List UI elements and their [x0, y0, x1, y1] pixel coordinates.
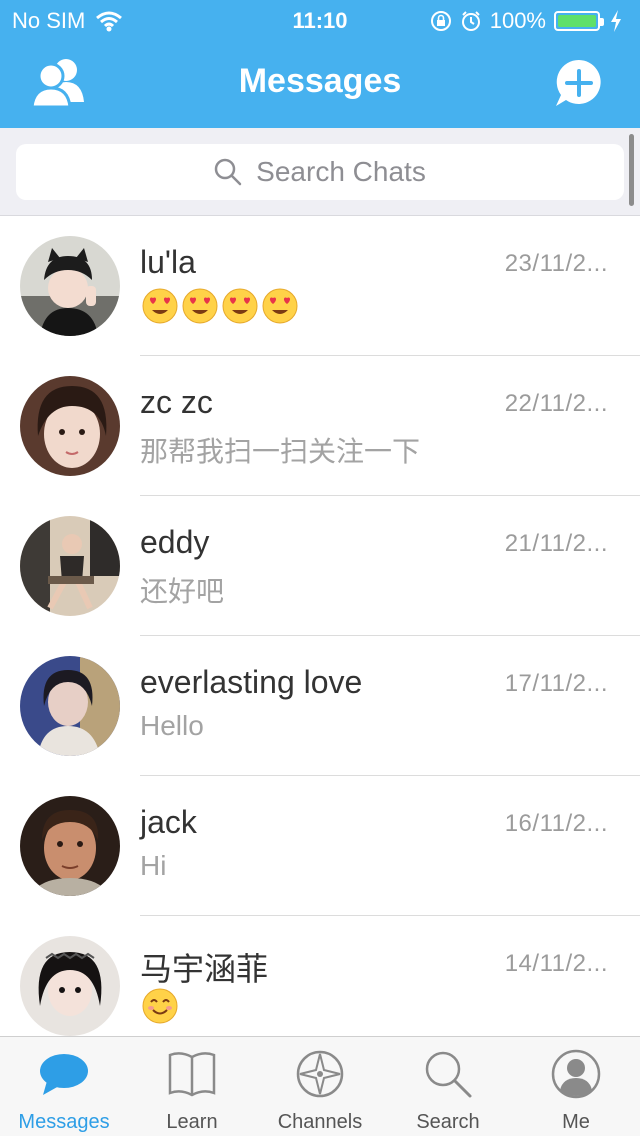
chat-message — [142, 988, 182, 1024]
tab-me[interactable]: Me — [512, 1037, 640, 1136]
tab-search[interactable]: Search — [384, 1037, 512, 1136]
tab-messages[interactable]: Messages — [0, 1037, 128, 1136]
search-input[interactable]: Search Chats — [16, 144, 624, 200]
tab-learn[interactable]: Learn — [128, 1037, 256, 1136]
chat-date: 14/11/2... — [504, 950, 608, 977]
tab-channels[interactable]: Channels — [256, 1037, 384, 1136]
tab-label: Search — [416, 1111, 480, 1133]
battery-percent: 100% — [489, 8, 546, 33]
heart-eyes-emoji-icon — [262, 288, 298, 324]
avatar[interactable] — [20, 796, 120, 896]
chat-row[interactable]: everlasting love 17/11/2... Hello — [0, 636, 640, 776]
search-icon — [214, 158, 242, 186]
chat-message: 还好吧 — [140, 576, 225, 607]
compose-plus-icon[interactable] — [554, 58, 604, 108]
smile-emoji-icon — [142, 988, 178, 1024]
chat-name: zc zc — [140, 384, 213, 420]
battery-icon — [554, 11, 604, 31]
chat-row[interactable]: eddy 21/11/2... 还好吧 — [0, 496, 640, 636]
chat-date: 17/11/2... — [504, 670, 608, 697]
chat-date: 23/11/2... — [504, 250, 608, 277]
chat-message: Hi — [140, 850, 167, 881]
header: No SIM 11:10 100% Messages — [0, 0, 640, 128]
tab-label: Learn — [166, 1111, 218, 1133]
avatar[interactable] — [20, 656, 120, 756]
chat-list: lu'la 23/11/2... zc zc 22/11/2... 那帮我扫一扫… — [0, 216, 640, 1036]
chat-row[interactable]: 马宇涵菲 14/11/2... — [0, 916, 640, 1036]
chat-name: jack — [140, 804, 197, 840]
avatar[interactable] — [20, 236, 120, 336]
heart-eyes-emoji-icon — [222, 288, 258, 324]
chat-name: everlasting love — [140, 664, 363, 700]
chat-row[interactable]: zc zc 22/11/2... 那帮我扫一扫关注一下 — [0, 356, 640, 496]
chat-name: lu'la — [140, 244, 196, 280]
tab-bar: Messages Learn Channels Search Me — [0, 1036, 640, 1136]
search-area: Search Chats — [0, 128, 640, 216]
avatar[interactable] — [20, 936, 120, 1036]
status-right: 100% — [430, 8, 630, 34]
chat-row[interactable]: lu'la 23/11/2... — [0, 216, 640, 356]
person-icon — [551, 1049, 601, 1099]
chat-message — [142, 288, 302, 324]
tab-label: Messages — [18, 1111, 110, 1133]
chat-row[interactable]: jack 16/11/2... Hi — [0, 776, 640, 916]
chat-bubble-icon — [40, 1054, 88, 1095]
chat-name: eddy — [140, 524, 210, 560]
rotation-lock-icon — [430, 11, 451, 31]
chat-date: 21/11/2... — [504, 530, 608, 557]
avatar[interactable] — [20, 516, 120, 616]
alarm-icon — [461, 11, 480, 31]
heart-eyes-emoji-icon — [182, 288, 218, 324]
tab-label: Me — [562, 1111, 590, 1133]
page-title: Messages — [238, 62, 402, 100]
search-placeholder: Search Chats — [256, 156, 426, 187]
chat-message: 那帮我扫一扫关注一下 — [140, 436, 421, 467]
charging-icon — [611, 10, 621, 32]
battery-fill — [558, 15, 596, 27]
tab-label: Channels — [277, 1111, 363, 1133]
avatar[interactable] — [20, 376, 120, 476]
book-icon — [168, 1052, 216, 1097]
heart-eyes-emoji-icon — [142, 288, 178, 324]
chat-date: 16/11/2... — [504, 810, 608, 837]
chat-name: 马宇涵菲 — [140, 951, 269, 987]
scrollbar[interactable] — [629, 134, 634, 206]
chat-message: Hello — [140, 710, 204, 741]
status-bar: No SIM 11:10 100% — [0, 0, 640, 40]
search-icon — [425, 1051, 472, 1098]
compass-icon — [296, 1050, 344, 1098]
chat-date: 22/11/2... — [504, 390, 608, 417]
